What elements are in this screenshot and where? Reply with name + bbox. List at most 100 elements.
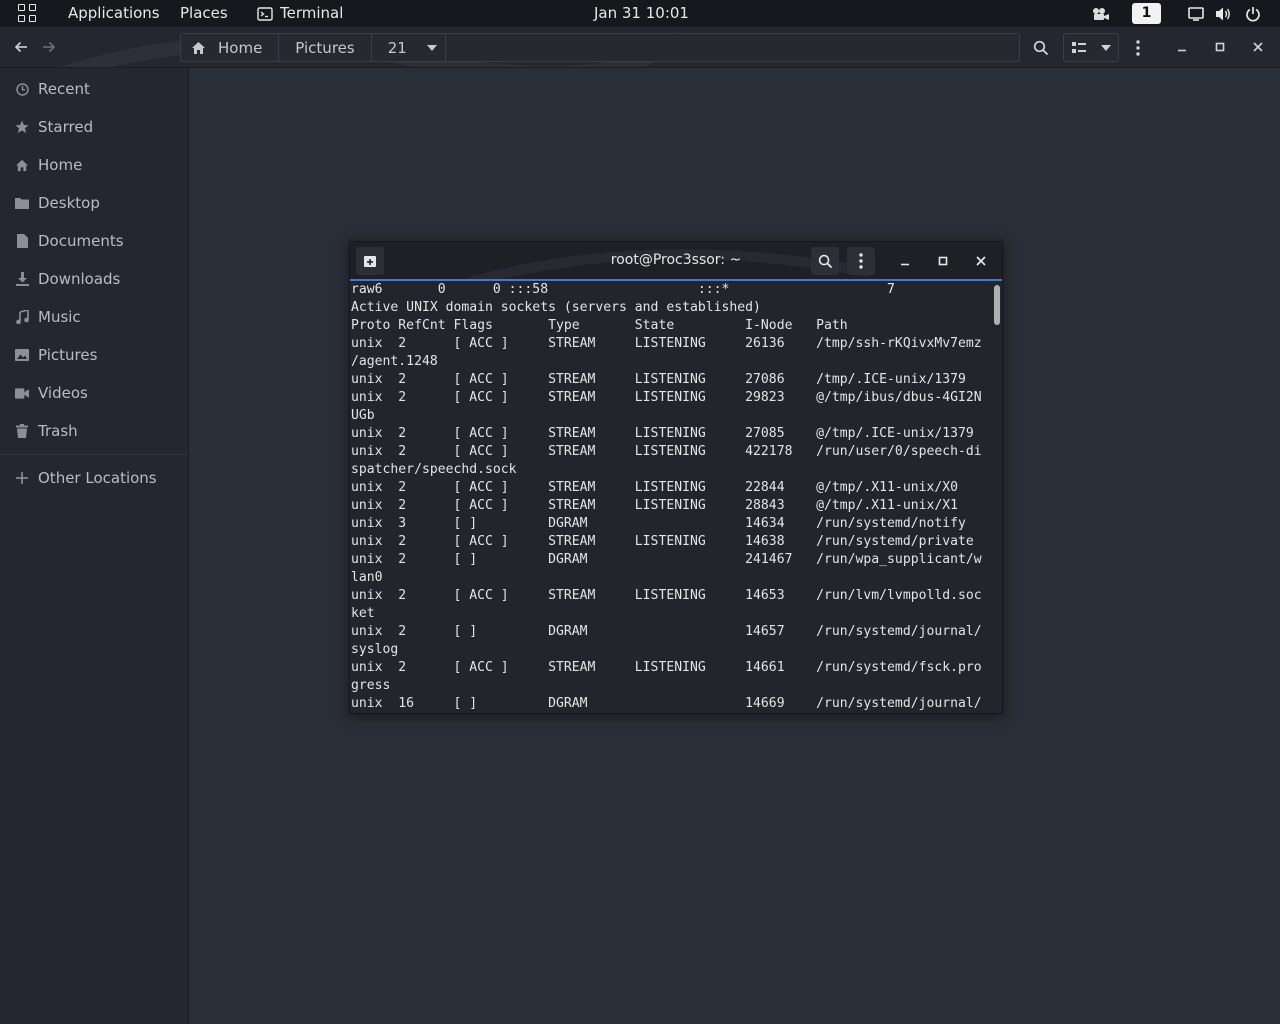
apps-grid-icon[interactable]: [18, 4, 38, 24]
folder-icon: [15, 196, 29, 210]
terminal-scrollbar[interactable]: [994, 285, 1000, 325]
crumb-home[interactable]: Home: [181, 34, 280, 61]
terminal-line: unix 2 [ ] DGRAM 14657 /run/systemd/jour…: [351, 624, 982, 639]
terminal-app-menu[interactable]: Terminal: [257, 4, 343, 23]
sidebar-item-videos[interactable]: Videos: [0, 374, 188, 412]
terminal-icon: [257, 6, 273, 21]
terminal-search-button[interactable]: [811, 247, 839, 275]
sidebar-item-pictures[interactable]: Pictures: [0, 336, 188, 374]
sidebar-item-label: Other Locations: [38, 469, 157, 487]
sidebar-item-label: Trash: [38, 422, 78, 440]
terminal-line: unix 2 [ ACC ] STREAM LISTENING 422178 /…: [351, 444, 982, 459]
display-icon[interactable]: [1186, 0, 1206, 27]
terminal-line: raw6 0 0 :::58 :::* 7: [351, 282, 895, 297]
clock-icon: [15, 82, 29, 96]
terminal-line: spatcher/speechd.sock: [351, 462, 517, 477]
terminal-titlebar[interactable]: root@Proc3ssor: ~: [350, 242, 1002, 279]
terminal-line: unix 2 [ ] DGRAM 241467 /run/wpa_supplic…: [351, 552, 982, 567]
power-icon[interactable]: [1243, 0, 1263, 27]
search-icon: [1033, 40, 1049, 55]
terminal-line: gress: [351, 678, 391, 693]
terminal-output[interactable]: raw6 0 0 :::58 :::* 7Active UNIX domain …: [351, 281, 991, 713]
terminal-line: unix 2 [ ACC ] STREAM LISTENING 28843 @/…: [351, 498, 958, 513]
kebab-menu-icon: [1136, 39, 1140, 56]
crumb-pictures[interactable]: Pictures: [279, 34, 372, 61]
sidebar-item-label: Starred: [38, 118, 94, 136]
terminal-line: syslog: [351, 642, 399, 657]
close-icon: [1253, 42, 1263, 52]
terminal-close-button[interactable]: [967, 247, 995, 275]
arrow-right-icon: [43, 41, 56, 53]
terminal-maximize-button[interactable]: [929, 247, 957, 275]
sidebar-item-music[interactable]: Music: [0, 298, 188, 336]
file-manager-headerbar: Home Pictures 21: [0, 27, 1280, 68]
close-button[interactable]: [1246, 35, 1270, 59]
download-icon: [15, 272, 29, 286]
terminal-menu-button[interactable]: [847, 247, 875, 275]
chevron-down-icon: [1101, 44, 1111, 51]
home-icon: [15, 158, 29, 172]
video-icon: [15, 386, 29, 400]
sidebar-item-label: Recent: [38, 80, 90, 98]
places-menu[interactable]: Places: [180, 4, 228, 23]
crumb-current-label: 21: [387, 38, 407, 57]
maximize-button[interactable]: [1208, 35, 1232, 59]
arrow-left-icon: [14, 41, 27, 53]
sidebar-item-label: Pictures: [38, 346, 98, 364]
terminal-line: UGb: [351, 408, 375, 423]
terminal-window: root@Proc3ssor: ~ raw6 0 0:::58:::* 7 …: [349, 241, 1003, 714]
kebab-menu-icon: [859, 253, 863, 269]
sidebar-item-label: Music: [38, 308, 81, 326]
applications-menu[interactable]: Applications: [68, 4, 160, 23]
terminal-line: unix 2 [ ACC ] STREAM LISTENING 14653 /r…: [351, 588, 982, 603]
terminal-line: Active UNIX domain sockets (servers and …: [351, 300, 761, 315]
view-options-button[interactable]: [1094, 34, 1118, 61]
sidebar-item-label: Home: [38, 156, 83, 174]
menu-button[interactable]: [1126, 33, 1150, 62]
terminal-line: unix 2 [ ACC ] STREAM LISTENING 27086 /t…: [351, 372, 966, 387]
places-sidebar: Recent Starred Home Desktop Documents Do…: [0, 68, 189, 1024]
forward-button[interactable]: [35, 33, 63, 61]
terminal-line: unix 2 [ ACC ] STREAM LISTENING 26136 /t…: [351, 336, 982, 351]
minimize-button[interactable]: [1170, 35, 1194, 59]
sidebar-item-label: Downloads: [38, 270, 121, 288]
minimize-icon: [901, 263, 909, 266]
plus-icon: [15, 471, 29, 485]
terminal-line: /agent.1248: [351, 354, 438, 369]
video-camera-icon[interactable]: [1090, 0, 1112, 27]
workspace-indicator[interactable]: 1: [1132, 3, 1161, 24]
home-icon: [192, 41, 205, 54]
minimize-icon: [1178, 49, 1186, 52]
sidebar-item-downloads[interactable]: Downloads: [0, 260, 188, 298]
chevron-down-icon: [426, 44, 437, 51]
terminal-minimize-button[interactable]: [891, 247, 919, 275]
sidebar-item-home[interactable]: Home: [0, 146, 188, 184]
sidebar-separator: [0, 454, 188, 455]
terminal-line: lan0: [351, 570, 383, 585]
path-bar: Home Pictures 21: [180, 33, 1020, 62]
view-toggle-group: [1063, 33, 1119, 62]
sidebar-item-trash[interactable]: Trash: [0, 412, 188, 450]
back-button[interactable]: [7, 33, 35, 61]
sidebar-item-other-locations[interactable]: Other Locations: [0, 459, 188, 497]
volume-icon[interactable]: [1213, 0, 1233, 27]
top-bar: Applications Places Terminal Jan 31 10:0…: [0, 0, 1280, 27]
music-note-icon: [15, 310, 29, 324]
list-view-icon: [1072, 41, 1086, 53]
image-icon: [15, 348, 29, 362]
crumb-home-label: Home: [218, 38, 263, 57]
sidebar-item-documents[interactable]: Documents: [0, 222, 188, 260]
terminal-app-label: Terminal: [280, 4, 344, 22]
terminal-line: unix 2 [ ACC ] STREAM LISTENING 14661 /r…: [351, 660, 982, 675]
clock[interactable]: Jan 31 10:01: [594, 4, 689, 23]
sidebar-item-desktop[interactable]: Desktop: [0, 184, 188, 222]
list-view-button[interactable]: [1066, 34, 1092, 61]
search-icon: [818, 254, 832, 268]
sidebar-item-label: Documents: [38, 232, 124, 250]
sidebar-item-starred[interactable]: Starred: [0, 108, 188, 146]
crumb-current[interactable]: 21: [372, 34, 446, 61]
search-button[interactable]: [1027, 33, 1055, 62]
terminal-line: unix 16 [ ] DGRAM 14669 /run/systemd/jou…: [351, 696, 982, 711]
terminal-line: unix 2 [ ACC ] STREAM LISTENING 27085 @/…: [351, 426, 974, 441]
sidebar-item-recent[interactable]: Recent: [0, 70, 188, 108]
